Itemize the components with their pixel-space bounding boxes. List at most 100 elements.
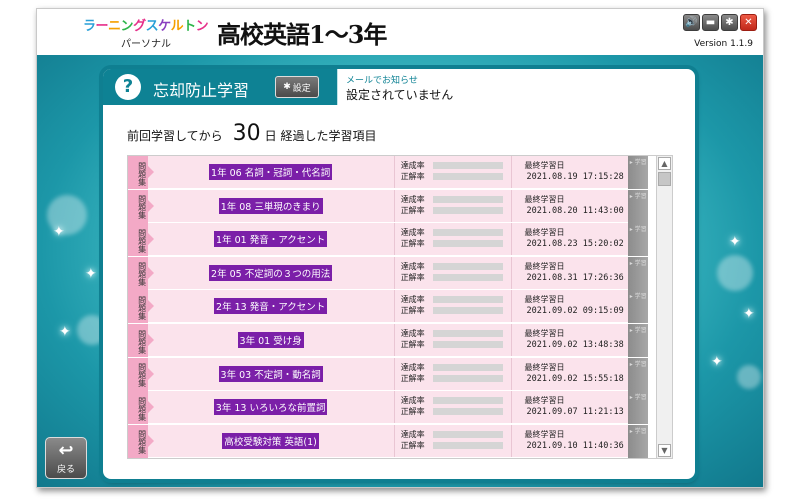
- achievement-rate-label: 達成率: [400, 429, 425, 439]
- problem-set-tag: 問題集: [128, 223, 154, 257]
- rate-cell: 達成率 正解率: [395, 290, 513, 323]
- rate-cell: 達成率 正解率: [395, 189, 513, 222]
- email-notice-label: メールでお知らせ: [346, 76, 418, 86]
- folder-button[interactable]: ▬: [702, 14, 719, 31]
- item-title-cell[interactable]: 1年 08 三単現のきまり: [148, 189, 395, 222]
- last-study-date-cell: 最終学習日 2021.09.10 11:40:36: [512, 425, 628, 457]
- study-start-button[interactable]: ▸ 学習: [628, 391, 648, 425]
- achievement-rate-bar: [432, 430, 503, 438]
- last-study-date: 2021.09.10 11:40:36: [526, 440, 624, 451]
- table-row[interactable]: 問題集 3年 01 受け身 達成率 正解率 最終学習日 2021.09.02 13:48:…: [128, 324, 648, 357]
- item-title-cell[interactable]: 高校受験対策 英語(1): [148, 424, 395, 457]
- item-title-cell[interactable]: 2年 13 発音・アクセント: [148, 290, 395, 323]
- study-start-button[interactable]: ▸ 学習: [628, 324, 648, 357]
- rate-cell: 達成率 正解率: [395, 324, 513, 356]
- rate-cell: 達成率 正解率: [395, 256, 513, 289]
- last-study-date-cell: 最終学習日 2021.09.07 11:21:13: [512, 391, 628, 423]
- scroll-up-button[interactable]: ▲: [658, 157, 671, 170]
- window-buttons: 🔊 ▬ ✱ ✕: [683, 14, 757, 31]
- achievement-rate-label: 達成率: [400, 228, 425, 238]
- item-title-cell[interactable]: 3年 03 不定詞・動名詞: [148, 357, 395, 390]
- table-row[interactable]: 問題集 3年 03 不定詞・動名詞 達成率 正解率 最終学習日 2021.09.02 15…: [128, 357, 648, 391]
- folder-icon: ▬: [705, 17, 716, 28]
- study-start-button[interactable]: ▸ 学習: [628, 357, 648, 391]
- achievement-rate-label: 達成率: [400, 396, 425, 406]
- last-study-date-cell: 最終学習日 2021.08.19 17:15:28: [512, 156, 628, 188]
- item-title: 高校受験対策 英語(1): [222, 432, 319, 449]
- last-study-date-cell: 最終学習日 2021.09.02 15:55:18: [512, 358, 628, 390]
- accuracy-rate-label: 正解率: [400, 407, 425, 417]
- accuracy-rate-bar: [432, 441, 503, 449]
- achievement-rate-label: 達成率: [400, 329, 425, 338]
- table-row[interactable]: 問題集 1年 06 名詞・冠詞・代名詞 達成率 正解率 最終学習日 2021.08.19 …: [128, 156, 648, 189]
- table-row[interactable]: 問題集 1年 01 発音・アクセント 達成率 正解率 最終学習日 2021.08.23 1…: [128, 223, 648, 257]
- elapsed-summary: 前回学習してから 30 日 経過した学習項目: [127, 121, 376, 146]
- rate-cell: 達成率 正解率: [395, 223, 513, 256]
- email-notice-value: 設定されていません: [346, 88, 454, 102]
- table-row[interactable]: 問題集 3年 13 いろいろな前置詞 達成率 正解率 最終学習日 2021.09.07 1…: [128, 391, 648, 425]
- study-start-button[interactable]: ▸ 学習: [628, 290, 648, 324]
- item-title-cell[interactable]: 3年 13 いろいろな前置詞: [148, 391, 395, 424]
- problem-set-tag: 問題集: [128, 391, 154, 425]
- email-notice: メールでお知らせ 設定されていません: [337, 69, 695, 105]
- item-title-cell[interactable]: 2年 05 不定詞の３つの用法: [148, 256, 395, 289]
- achievement-rate-bar: [432, 330, 503, 337]
- table-row[interactable]: 問題集 2年 13 発音・アクセント 達成率 正解率 最終学習日 2021.09.02 0…: [128, 290, 648, 324]
- scroll-thumb[interactable]: [658, 172, 671, 186]
- app-header: ラーニングスケルトン パーソナル 高校英語1～3年 🔊 ▬ ✱ ✕ Versio…: [37, 9, 763, 55]
- scrollbar[interactable]: ▲ ▼: [656, 156, 672, 458]
- accuracy-rate-label: 正解率: [400, 306, 425, 316]
- item-title: 1年 01 発音・アクセント: [214, 231, 328, 248]
- last-study-date: 2021.09.02 13:48:38: [526, 340, 624, 350]
- problem-set-tag: 問題集: [128, 256, 154, 290]
- table-row[interactable]: 問題集 1年 08 三単現のきまり 達成率 正解率 最終学習日 2021.08.20 11…: [128, 189, 648, 223]
- help-icon[interactable]: ?: [115, 74, 141, 100]
- item-title-cell[interactable]: 3年 01 受け身: [148, 324, 395, 356]
- accuracy-rate-label: 正解率: [400, 440, 425, 450]
- speaker-button[interactable]: 🔊: [683, 14, 700, 31]
- last-study-date: 2021.09.02 09:15:09: [526, 306, 624, 317]
- study-start-button[interactable]: ▸ 学習: [628, 156, 648, 189]
- item-title-cell[interactable]: 1年 06 名詞・冠詞・代名詞: [148, 156, 395, 188]
- item-title: 3年 01 受け身: [237, 332, 304, 348]
- accuracy-rate-bar: [432, 307, 503, 315]
- study-start-button[interactable]: ▸ 学習: [628, 424, 648, 458]
- accuracy-rate-bar: [432, 374, 503, 382]
- scroll-down-button[interactable]: ▼: [658, 444, 671, 457]
- close-button[interactable]: ✕: [740, 14, 757, 31]
- study-start-button[interactable]: ▸ 学習: [628, 256, 648, 290]
- back-button-label: 戻る: [56, 465, 75, 475]
- last-study-date-label: 最終学習日: [524, 396, 565, 406]
- item-title: 3年 13 いろいろな前置詞: [213, 399, 328, 416]
- sparkle-icon: ✦: [53, 224, 65, 240]
- glow-decoration: [737, 365, 761, 389]
- back-button[interactable]: ↩ 戻る: [45, 437, 87, 479]
- accuracy-rate-bar: [432, 240, 503, 248]
- settings-button[interactable]: ✱ 設定: [275, 76, 319, 98]
- last-study-date: 2021.09.02 15:55:18: [526, 373, 624, 384]
- table-row[interactable]: 問題集 2年 05 不定詞の３つの用法 達成率 正解率 最終学習日 2021.08.31 …: [128, 256, 648, 290]
- settings-button-label: 設定: [292, 83, 311, 94]
- last-study-date: 2021.08.20 11:43:00: [526, 205, 624, 216]
- last-study-date-label: 最終学習日: [524, 429, 565, 439]
- table-row[interactable]: 問題集 高校受験対策 英語(1) 達成率 正解率 最終学習日 2021.09.10 11:…: [128, 424, 648, 458]
- item-title-cell[interactable]: 1年 01 発音・アクセント: [148, 223, 395, 256]
- item-title: 1年 06 名詞・冠詞・代名詞: [209, 164, 333, 180]
- item-title: 2年 05 不定詞の３つの用法: [209, 264, 333, 281]
- rate-cell: 達成率 正解率: [395, 357, 513, 390]
- rate-cell: 達成率 正解率: [395, 424, 513, 457]
- panel-title: 忘却防止学習: [153, 81, 250, 100]
- achievement-rate-bar: [432, 397, 503, 405]
- panel-header: ? 忘却防止学習 ✱ 設定 メールでお知らせ 設定されていません: [103, 69, 695, 105]
- achievement-rate-bar: [432, 162, 503, 169]
- glow-decoration: [717, 255, 753, 291]
- summary-prefix: 前回学習してから: [127, 129, 223, 143]
- back-arrow-icon: ↩: [58, 440, 74, 461]
- accuracy-rate-label: 正解率: [400, 373, 425, 383]
- accuracy-rate-label: 正解率: [400, 205, 425, 215]
- last-study-date-label: 最終学習日: [524, 261, 565, 271]
- study-start-button[interactable]: ▸ 学習: [628, 223, 648, 257]
- study-start-button[interactable]: ▸ 学習: [628, 189, 648, 223]
- summary-suffix: 日 経過した学習項目: [264, 129, 377, 143]
- settings-window-button[interactable]: ✱: [721, 14, 738, 31]
